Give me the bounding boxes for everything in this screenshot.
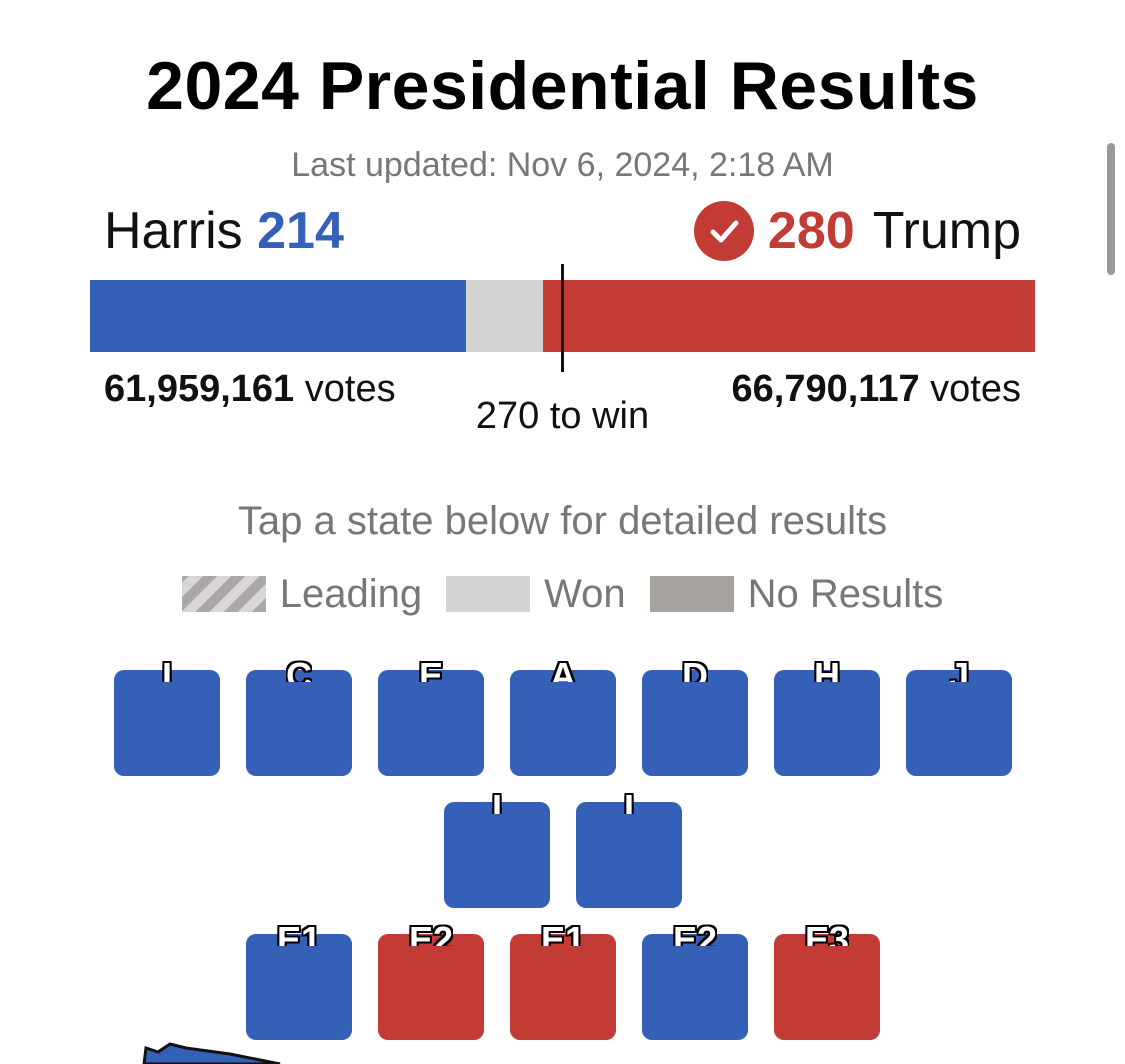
270-threshold-line xyxy=(561,264,564,372)
last-updated: Last updated: Nov 6, 2024, 2:18 AM xyxy=(291,146,834,184)
legend-label: Won xyxy=(544,572,626,616)
district-tile[interactable]: E2 xyxy=(378,920,484,1040)
leading-swatch xyxy=(181,576,266,612)
legend-won: Won xyxy=(446,570,626,618)
undecided-bar-segment xyxy=(466,280,543,352)
district-tile[interactable]: E2 xyxy=(642,920,748,1040)
state-tile[interactable]: C xyxy=(246,656,352,776)
trump-electoral-votes: 280 xyxy=(767,202,855,260)
state-tile[interactable]: E xyxy=(378,656,484,776)
trump-bar-segment xyxy=(543,280,1035,352)
state-tile-label: I xyxy=(491,788,503,814)
state-tile-label: A xyxy=(550,656,576,682)
state-tile-label: H xyxy=(814,656,840,682)
district-tile[interactable]: E3 xyxy=(774,920,880,1040)
state-tile[interactable]: D xyxy=(642,656,748,776)
state-tile-label: E xyxy=(418,656,444,682)
page-title: 2024 Presidential Results xyxy=(146,48,979,124)
state-tile-label: J xyxy=(948,656,970,682)
district-tile-label: E2 xyxy=(408,920,454,946)
harris-name: Harris xyxy=(104,202,243,260)
harris-bar-segment xyxy=(90,280,466,352)
state-tile[interactable]: A xyxy=(510,656,616,776)
won-swatch xyxy=(446,576,531,612)
state-tile[interactable]: I xyxy=(444,788,550,908)
legend-label: No Results xyxy=(747,572,944,616)
trump-summary: 280 Trump xyxy=(693,200,1021,262)
district-tile-label: E3 xyxy=(804,920,850,946)
state-tile[interactable]: I xyxy=(114,656,220,776)
state-tile-label: I xyxy=(161,656,173,682)
state-tile-label: D xyxy=(682,656,708,682)
harris-summary: Harris 214 xyxy=(104,200,344,262)
trump-votes-label: votes xyxy=(930,368,1021,410)
legend: Leading Won No Results xyxy=(0,570,1125,618)
district-tile-label: E1 xyxy=(276,920,322,946)
state-tile-label: I xyxy=(623,788,635,814)
state-tile[interactable]: I xyxy=(576,788,682,908)
district-tile-label: E1 xyxy=(540,920,586,946)
state-tile-label: C xyxy=(286,656,312,682)
scrollbar[interactable] xyxy=(1107,143,1115,275)
district-tile[interactable]: E1 xyxy=(246,920,352,1040)
trump-vote-count: 66,790,117 xyxy=(731,368,920,410)
map-washington-fragment[interactable] xyxy=(140,1040,300,1064)
harris-electoral-votes: 214 xyxy=(257,202,344,260)
check-circle-icon xyxy=(693,201,754,261)
legend-leading: Leading xyxy=(181,570,423,618)
no-results-swatch xyxy=(649,576,734,612)
district-tile-label: E2 xyxy=(672,920,718,946)
state-tile[interactable]: H xyxy=(774,656,880,776)
district-tile[interactable]: E1 xyxy=(510,920,616,1040)
trump-popular-votes: 66,790,117 votes xyxy=(732,366,1021,412)
state-tile[interactable]: J xyxy=(906,656,1012,776)
trump-name: Trump xyxy=(872,202,1021,260)
legend-no-results: No Results xyxy=(649,570,944,618)
legend-label: Leading xyxy=(279,572,423,616)
tap-hint: Tap a state below for detailed results xyxy=(237,499,888,543)
